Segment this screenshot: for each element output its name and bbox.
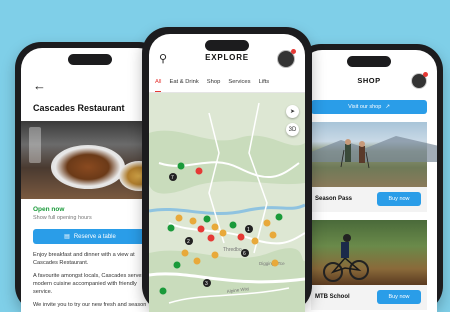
map-marker[interactable]	[269, 231, 277, 239]
product-card[interactable]: MTB School Buy now	[311, 220, 427, 310]
map-marker[interactable]	[271, 259, 279, 267]
mountain-biker-image	[311, 220, 427, 285]
map-marker[interactable]	[159, 287, 167, 295]
map-marker[interactable]	[237, 233, 245, 241]
map-marker[interactable]	[189, 217, 197, 225]
map-marker[interactable]	[251, 237, 259, 245]
arrow-left-icon[interactable]: ←	[33, 78, 46, 93]
tab-all[interactable]: All	[155, 76, 162, 92]
glass-image	[29, 127, 41, 163]
phone-explore: ⚲ EXPLORE All Eat & Drink Shop Services …	[142, 27, 312, 312]
map-marker-number: 7	[171, 175, 174, 181]
map-marker[interactable]	[167, 224, 175, 232]
map-marker[interactable]	[275, 213, 283, 221]
reserve-table-label: Reserve a table	[73, 233, 116, 240]
notification-dot	[291, 49, 296, 54]
opening-hours-link[interactable]: Show full opening hours	[33, 215, 92, 221]
product-label: MTB School	[315, 294, 350, 300]
map-label-thredbo: Thredbo	[223, 247, 242, 253]
description-paragraph: A favourite amongst locals, Cascades ser…	[33, 273, 145, 295]
notification-dot	[423, 72, 428, 77]
product-card[interactable]: Season Pass Buy now	[311, 122, 437, 212]
restaurant-photo	[21, 121, 159, 199]
map-marker[interactable]	[181, 249, 189, 257]
calendar-icon: ▤	[64, 234, 70, 240]
product-label: Season Pass	[315, 196, 353, 202]
visit-shop-label: Visit our shop	[348, 104, 382, 110]
map-marker-number: 6	[243, 251, 246, 257]
map-marker[interactable]	[197, 225, 205, 233]
description-paragraph: We invite you to try our new fresh and s…	[33, 302, 147, 308]
map-marker[interactable]	[193, 257, 201, 265]
buy-now-button[interactable]: Buy now	[377, 192, 421, 206]
explore-map[interactable]: Thredbo Alpine Way Diggings Tce 7 2 1 6 …	[149, 93, 305, 312]
tab-shop[interactable]: Shop	[207, 76, 221, 92]
visit-shop-button[interactable]: Visit our shop ↗	[311, 100, 427, 114]
tab-services[interactable]: Services	[228, 76, 250, 92]
hikers-image	[311, 122, 437, 187]
map-marker[interactable]	[263, 219, 271, 227]
map-marker-number: 2	[187, 239, 190, 245]
map-marker[interactable]	[175, 214, 183, 222]
restaurant-screen: ← Cascades Restaurant Open now Show full…	[21, 48, 159, 312]
map-marker[interactable]	[173, 261, 181, 269]
phone-notch	[347, 56, 391, 67]
open-status: Open now	[33, 206, 65, 213]
restaurant-title: Cascades Restaurant	[33, 103, 125, 113]
map-marker[interactable]	[207, 234, 215, 242]
avatar[interactable]	[411, 72, 428, 89]
explore-screen: ⚲ EXPLORE All Eat & Drink Shop Services …	[149, 34, 305, 312]
map-marker-number: 3	[205, 281, 208, 287]
phone-notch	[68, 54, 112, 65]
tab-eat-drink[interactable]: Eat & Drink	[169, 76, 198, 92]
reserve-table-button[interactable]: ▤ Reserve a table	[33, 229, 147, 244]
3d-toggle-icon[interactable]: 3D	[286, 123, 299, 136]
map-marker[interactable]	[211, 223, 219, 231]
map-marker[interactable]	[203, 215, 211, 223]
map-marker[interactable]	[211, 251, 219, 259]
description-paragraph: Enjoy breakfast and dinner with a view a…	[33, 252, 135, 266]
phone-shop: SHOP Visit our shop ↗ Season Pass Buy no…	[295, 44, 443, 312]
category-tabs: All Eat & Drink Shop Services Lifts	[149, 76, 305, 93]
shop-screen: SHOP Visit our shop ↗ Season Pass Buy no…	[301, 50, 437, 312]
phone-notch	[205, 40, 249, 51]
map-marker[interactable]	[219, 229, 227, 237]
map-marker[interactable]	[229, 221, 237, 229]
tab-lifts[interactable]: Lifts	[259, 76, 270, 92]
locate-me-icon[interactable]: ➤	[286, 105, 299, 118]
avatar[interactable]	[277, 49, 296, 68]
external-link-icon: ↗	[385, 104, 390, 110]
map-marker-number: 1	[247, 227, 250, 233]
plate-image	[51, 145, 125, 189]
map-marker[interactable]	[195, 167, 203, 175]
map-marker[interactable]	[177, 162, 185, 170]
